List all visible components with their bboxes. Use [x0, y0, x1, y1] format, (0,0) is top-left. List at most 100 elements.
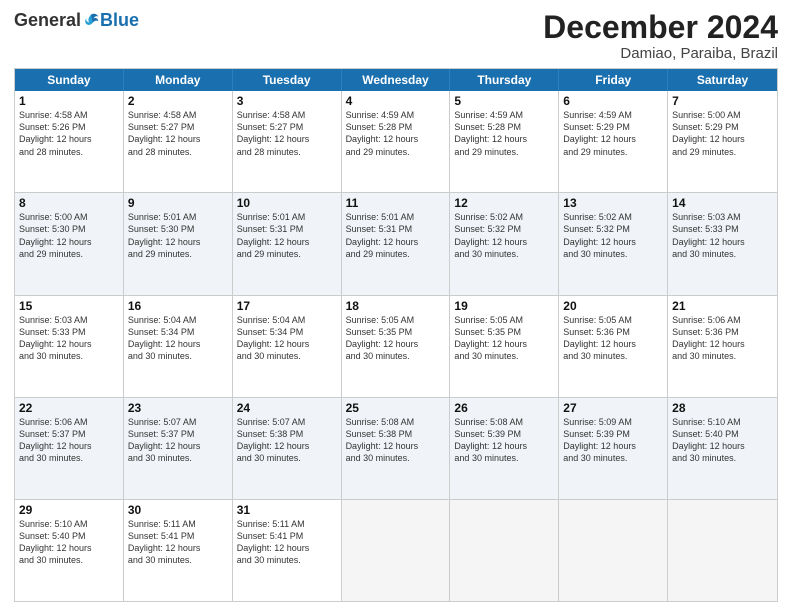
day-number: 15	[19, 299, 119, 313]
calendar-cell-day-25: 25Sunrise: 5:08 AM Sunset: 5:38 PM Dayli…	[342, 398, 451, 499]
header-cell-monday: Monday	[124, 69, 233, 91]
cell-daylight-info: Sunrise: 4:58 AM Sunset: 5:27 PM Dayligh…	[237, 109, 337, 158]
calendar-cell-day-24: 24Sunrise: 5:07 AM Sunset: 5:38 PM Dayli…	[233, 398, 342, 499]
cell-daylight-info: Sunrise: 5:07 AM Sunset: 5:37 PM Dayligh…	[128, 416, 228, 465]
header-cell-tuesday: Tuesday	[233, 69, 342, 91]
logo: General Blue	[14, 10, 139, 31]
calendar-cell-day-23: 23Sunrise: 5:07 AM Sunset: 5:37 PM Dayli…	[124, 398, 233, 499]
day-number: 14	[672, 196, 773, 210]
day-number: 28	[672, 401, 773, 415]
calendar-cell-day-17: 17Sunrise: 5:04 AM Sunset: 5:34 PM Dayli…	[233, 296, 342, 397]
cell-daylight-info: Sunrise: 5:00 AM Sunset: 5:29 PM Dayligh…	[672, 109, 773, 158]
header: General Blue December 2024 Damiao, Parai…	[14, 10, 778, 62]
day-number: 23	[128, 401, 228, 415]
calendar-cell-day-1: 1Sunrise: 4:58 AM Sunset: 5:26 PM Daylig…	[15, 91, 124, 192]
calendar-cell-day-9: 9Sunrise: 5:01 AM Sunset: 5:30 PM Daylig…	[124, 193, 233, 294]
cell-daylight-info: Sunrise: 4:58 AM Sunset: 5:26 PM Dayligh…	[19, 109, 119, 158]
cell-daylight-info: Sunrise: 5:08 AM Sunset: 5:39 PM Dayligh…	[454, 416, 554, 465]
cell-daylight-info: Sunrise: 5:06 AM Sunset: 5:37 PM Dayligh…	[19, 416, 119, 465]
day-number: 25	[346, 401, 446, 415]
calendar-cell-day-31: 31Sunrise: 5:11 AM Sunset: 5:41 PM Dayli…	[233, 500, 342, 601]
cell-daylight-info: Sunrise: 5:02 AM Sunset: 5:32 PM Dayligh…	[454, 211, 554, 260]
day-number: 16	[128, 299, 228, 313]
calendar-cell-day-2: 2Sunrise: 4:58 AM Sunset: 5:27 PM Daylig…	[124, 91, 233, 192]
page: General Blue December 2024 Damiao, Parai…	[0, 0, 792, 612]
cell-daylight-info: Sunrise: 5:06 AM Sunset: 5:36 PM Dayligh…	[672, 314, 773, 363]
cell-daylight-info: Sunrise: 5:11 AM Sunset: 5:41 PM Dayligh…	[237, 518, 337, 567]
day-number: 7	[672, 94, 773, 108]
cell-daylight-info: Sunrise: 4:59 AM Sunset: 5:28 PM Dayligh…	[346, 109, 446, 158]
calendar-cell-day-28: 28Sunrise: 5:10 AM Sunset: 5:40 PM Dayli…	[668, 398, 777, 499]
calendar-cell-day-14: 14Sunrise: 5:03 AM Sunset: 5:33 PM Dayli…	[668, 193, 777, 294]
header-cell-thursday: Thursday	[450, 69, 559, 91]
header-cell-wednesday: Wednesday	[342, 69, 451, 91]
day-number: 30	[128, 503, 228, 517]
calendar-cell-day-26: 26Sunrise: 5:08 AM Sunset: 5:39 PM Dayli…	[450, 398, 559, 499]
calendar-row-3: 22Sunrise: 5:06 AM Sunset: 5:37 PM Dayli…	[15, 397, 777, 499]
cell-daylight-info: Sunrise: 5:02 AM Sunset: 5:32 PM Dayligh…	[563, 211, 663, 260]
location-title: Damiao, Paraiba, Brazil	[543, 45, 778, 62]
day-number: 8	[19, 196, 119, 210]
header-cell-sunday: Sunday	[15, 69, 124, 91]
day-number: 12	[454, 196, 554, 210]
day-number: 19	[454, 299, 554, 313]
calendar-body: 1Sunrise: 4:58 AM Sunset: 5:26 PM Daylig…	[15, 91, 777, 601]
day-number: 3	[237, 94, 337, 108]
day-number: 22	[19, 401, 119, 415]
day-number: 17	[237, 299, 337, 313]
cell-daylight-info: Sunrise: 5:05 AM Sunset: 5:35 PM Dayligh…	[346, 314, 446, 363]
calendar-cell-day-16: 16Sunrise: 5:04 AM Sunset: 5:34 PM Dayli…	[124, 296, 233, 397]
cell-daylight-info: Sunrise: 5:04 AM Sunset: 5:34 PM Dayligh…	[128, 314, 228, 363]
calendar-row-4: 29Sunrise: 5:10 AM Sunset: 5:40 PM Dayli…	[15, 499, 777, 601]
day-number: 10	[237, 196, 337, 210]
calendar-cell-day-3: 3Sunrise: 4:58 AM Sunset: 5:27 PM Daylig…	[233, 91, 342, 192]
day-number: 20	[563, 299, 663, 313]
calendar-cell-empty	[342, 500, 451, 601]
day-number: 6	[563, 94, 663, 108]
cell-daylight-info: Sunrise: 5:05 AM Sunset: 5:35 PM Dayligh…	[454, 314, 554, 363]
logo-bird-icon	[82, 12, 100, 30]
cell-daylight-info: Sunrise: 5:01 AM Sunset: 5:30 PM Dayligh…	[128, 211, 228, 260]
cell-daylight-info: Sunrise: 5:01 AM Sunset: 5:31 PM Dayligh…	[346, 211, 446, 260]
calendar-cell-day-19: 19Sunrise: 5:05 AM Sunset: 5:35 PM Dayli…	[450, 296, 559, 397]
day-number: 1	[19, 94, 119, 108]
day-number: 21	[672, 299, 773, 313]
calendar-cell-empty	[668, 500, 777, 601]
calendar-row-1: 8Sunrise: 5:00 AM Sunset: 5:30 PM Daylig…	[15, 192, 777, 294]
calendar-cell-day-5: 5Sunrise: 4:59 AM Sunset: 5:28 PM Daylig…	[450, 91, 559, 192]
calendar-cell-day-20: 20Sunrise: 5:05 AM Sunset: 5:36 PM Dayli…	[559, 296, 668, 397]
calendar-row-0: 1Sunrise: 4:58 AM Sunset: 5:26 PM Daylig…	[15, 91, 777, 192]
cell-daylight-info: Sunrise: 5:09 AM Sunset: 5:39 PM Dayligh…	[563, 416, 663, 465]
calendar-cell-day-8: 8Sunrise: 5:00 AM Sunset: 5:30 PM Daylig…	[15, 193, 124, 294]
calendar-cell-day-4: 4Sunrise: 4:59 AM Sunset: 5:28 PM Daylig…	[342, 91, 451, 192]
day-number: 24	[237, 401, 337, 415]
calendar-cell-day-13: 13Sunrise: 5:02 AM Sunset: 5:32 PM Dayli…	[559, 193, 668, 294]
calendar-cell-day-22: 22Sunrise: 5:06 AM Sunset: 5:37 PM Dayli…	[15, 398, 124, 499]
day-number: 2	[128, 94, 228, 108]
logo-general-text: General	[14, 10, 81, 31]
cell-daylight-info: Sunrise: 5:11 AM Sunset: 5:41 PM Dayligh…	[128, 518, 228, 567]
calendar-cell-day-15: 15Sunrise: 5:03 AM Sunset: 5:33 PM Dayli…	[15, 296, 124, 397]
logo-blue-text: Blue	[100, 10, 139, 31]
cell-daylight-info: Sunrise: 5:08 AM Sunset: 5:38 PM Dayligh…	[346, 416, 446, 465]
header-cell-friday: Friday	[559, 69, 668, 91]
calendar-cell-day-12: 12Sunrise: 5:02 AM Sunset: 5:32 PM Dayli…	[450, 193, 559, 294]
calendar-cell-day-21: 21Sunrise: 5:06 AM Sunset: 5:36 PM Dayli…	[668, 296, 777, 397]
cell-daylight-info: Sunrise: 5:10 AM Sunset: 5:40 PM Dayligh…	[19, 518, 119, 567]
cell-daylight-info: Sunrise: 5:01 AM Sunset: 5:31 PM Dayligh…	[237, 211, 337, 260]
day-number: 27	[563, 401, 663, 415]
cell-daylight-info: Sunrise: 5:00 AM Sunset: 5:30 PM Dayligh…	[19, 211, 119, 260]
calendar-cell-day-27: 27Sunrise: 5:09 AM Sunset: 5:39 PM Dayli…	[559, 398, 668, 499]
cell-daylight-info: Sunrise: 4:58 AM Sunset: 5:27 PM Dayligh…	[128, 109, 228, 158]
day-number: 29	[19, 503, 119, 517]
cell-daylight-info: Sunrise: 4:59 AM Sunset: 5:29 PM Dayligh…	[563, 109, 663, 158]
cell-daylight-info: Sunrise: 5:03 AM Sunset: 5:33 PM Dayligh…	[19, 314, 119, 363]
cell-daylight-info: Sunrise: 5:05 AM Sunset: 5:36 PM Dayligh…	[563, 314, 663, 363]
calendar-cell-empty	[559, 500, 668, 601]
calendar-cell-day-10: 10Sunrise: 5:01 AM Sunset: 5:31 PM Dayli…	[233, 193, 342, 294]
day-number: 18	[346, 299, 446, 313]
day-number: 31	[237, 503, 337, 517]
cell-daylight-info: Sunrise: 5:10 AM Sunset: 5:40 PM Dayligh…	[672, 416, 773, 465]
cell-daylight-info: Sunrise: 5:03 AM Sunset: 5:33 PM Dayligh…	[672, 211, 773, 260]
day-number: 11	[346, 196, 446, 210]
